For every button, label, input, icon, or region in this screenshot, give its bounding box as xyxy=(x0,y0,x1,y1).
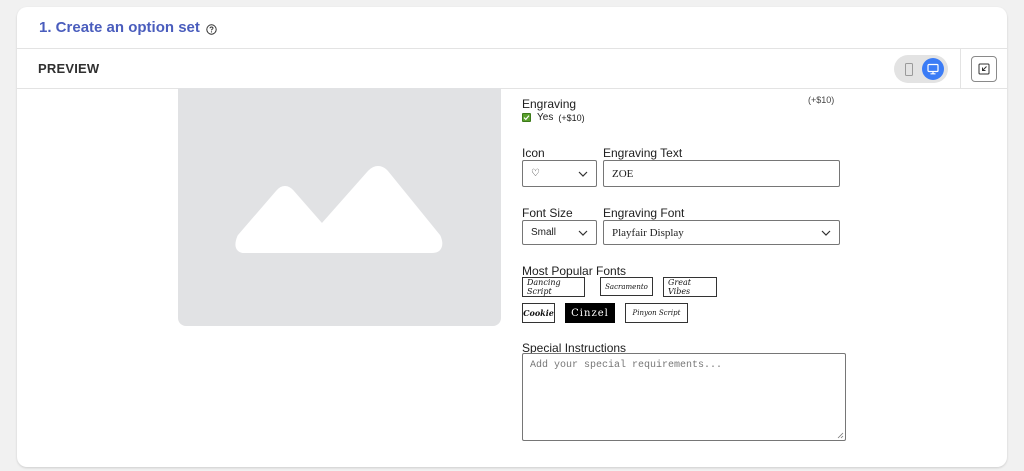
divider xyxy=(960,49,961,89)
font-chip-cookie[interactable]: Cookie xyxy=(522,303,555,323)
font-size-label: Font Size xyxy=(522,206,573,220)
preview-content: Engraving (+$10) Yes (+$10) Icon Engravi… xyxy=(17,88,1007,467)
popular-fonts-label: Most Popular Fonts xyxy=(522,264,627,278)
chevron-down-icon xyxy=(578,171,588,177)
option-set-card: 1. Create an option set PREVIEW Engravin… xyxy=(17,7,1007,467)
engraving-font-value: Playfair Display xyxy=(612,226,684,239)
font-chip-pinyon-script[interactable]: Pinyon Script xyxy=(625,303,688,323)
font-chip-cinzel[interactable]: Cinzel xyxy=(565,303,615,323)
engraving-option-price: (+$10) xyxy=(558,112,585,123)
chevron-down-icon xyxy=(821,230,831,236)
font-chip-dancing-script[interactable]: Dancing Script xyxy=(522,277,585,297)
desktop-view-button[interactable] xyxy=(922,58,944,80)
collapse-icon xyxy=(978,63,990,75)
special-instructions-placeholder: Add your special requirements... xyxy=(530,360,723,371)
engraving-option-label: Yes xyxy=(537,112,554,123)
preview-label: PREVIEW xyxy=(38,61,100,76)
product-image-placeholder xyxy=(178,88,501,326)
view-toggle xyxy=(894,55,948,83)
card-header: 1. Create an option set xyxy=(17,7,1007,49)
font-chip-sacramento[interactable]: Sacramento xyxy=(600,277,653,296)
icon-select[interactable]: ♡ xyxy=(522,160,597,187)
page-title: 1. Create an option set xyxy=(39,19,200,36)
help-circle-icon[interactable] xyxy=(206,22,217,35)
engraving-text-value: ZOE xyxy=(612,167,634,180)
mobile-view-button[interactable] xyxy=(898,58,920,80)
icon-select-value: ♡ xyxy=(531,168,540,179)
engraving-text-label: Engraving Text xyxy=(603,146,683,160)
font-size-value: Small xyxy=(531,227,557,238)
resize-handle-icon[interactable] xyxy=(836,431,844,439)
engraving-option: Yes (+$10) xyxy=(522,112,585,123)
font-chip-great-vibes[interactable]: Great Vibes xyxy=(663,277,717,297)
icon-label: Icon xyxy=(522,146,545,160)
chevron-down-icon xyxy=(578,230,588,236)
engraving-price-note: (+$10) xyxy=(808,95,835,105)
font-size-select[interactable]: Small xyxy=(522,220,597,245)
engraving-label: Engraving xyxy=(522,97,577,111)
engraving-font-select[interactable]: Playfair Display xyxy=(603,220,840,245)
engraving-text-input[interactable]: ZOE xyxy=(603,160,840,187)
engraving-checkbox[interactable] xyxy=(522,113,531,122)
checkmark-icon xyxy=(523,115,530,121)
collapse-button[interactable] xyxy=(971,56,997,82)
preview-bar: PREVIEW xyxy=(17,49,1007,89)
mobile-icon xyxy=(905,62,913,76)
engraving-font-label: Engraving Font xyxy=(603,206,685,220)
special-instructions-textarea[interactable]: Add your special requirements... xyxy=(522,353,846,441)
image-placeholder-icon xyxy=(235,166,443,253)
desktop-icon xyxy=(927,63,939,75)
